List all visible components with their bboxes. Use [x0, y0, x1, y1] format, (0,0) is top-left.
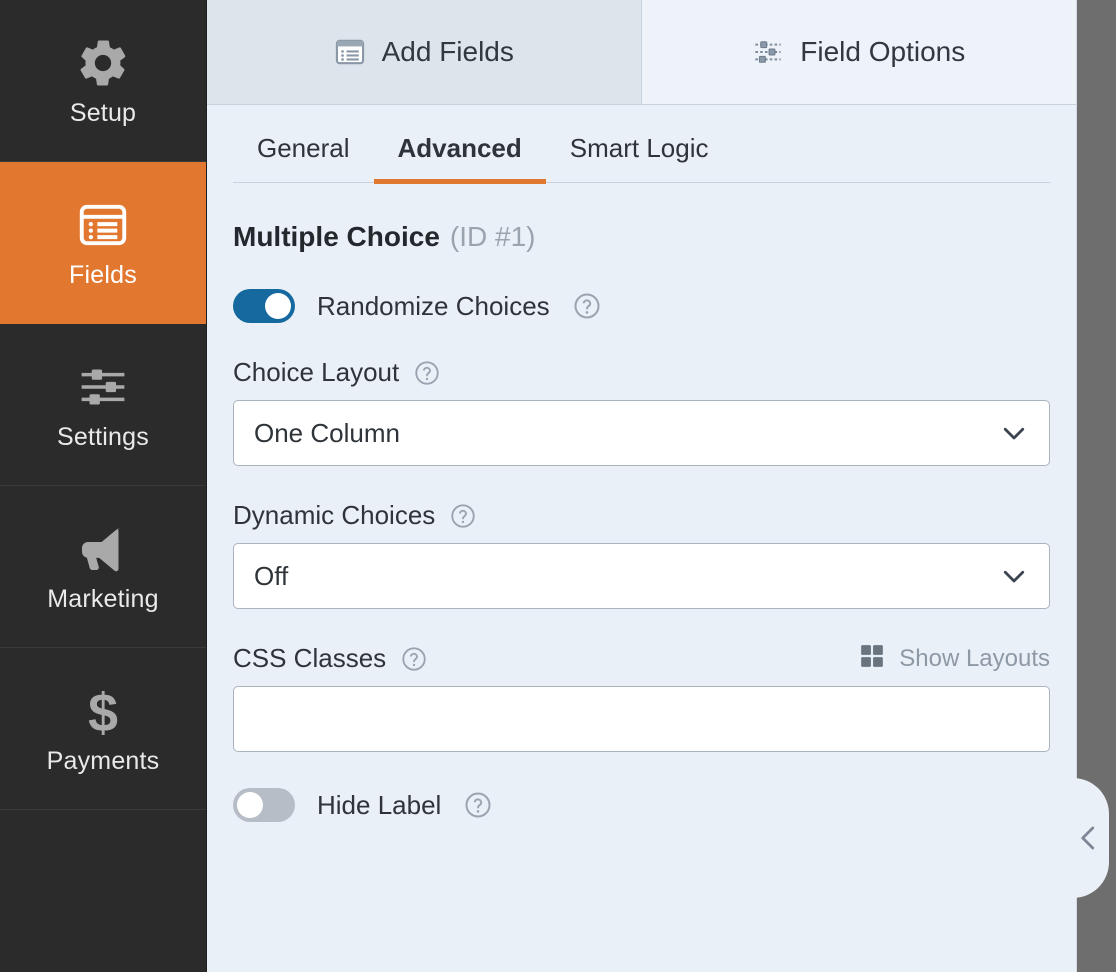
sidebar-item-label: Settings: [57, 425, 149, 450]
dynamic-choices-select[interactable]: Off: [233, 543, 1050, 609]
list-form-icon: [334, 36, 366, 68]
hide-label-label: Hide Label: [317, 790, 441, 821]
list-form-icon: [77, 197, 129, 253]
subtab-label: Smart Logic: [570, 133, 709, 163]
sliders-icon: [76, 359, 130, 415]
choice-layout-label: Choice Layout: [233, 357, 399, 388]
show-layouts-label: Show Layouts: [899, 645, 1050, 673]
randomize-choices-toggle[interactable]: [233, 289, 295, 323]
subtab-advanced[interactable]: Advanced: [374, 105, 546, 183]
sidebar-item-marketing[interactable]: Marketing: [0, 486, 206, 648]
choice-layout-label-row: Choice Layout: [233, 357, 1050, 388]
sidebar: Setup Fields: [0, 0, 207, 972]
sidebar-item-label: Marketing: [47, 587, 159, 612]
question-circle-icon[interactable]: [449, 502, 477, 530]
tab-field-options[interactable]: Field Options: [642, 0, 1077, 105]
page-title: Multiple Choice (ID #1): [233, 221, 1050, 253]
field-options-content: Multiple Choice (ID #1) Randomize Choice…: [207, 221, 1076, 822]
chevron-left-icon: [1078, 823, 1104, 853]
randomize-choices-row: Randomize Choices: [233, 289, 1050, 323]
dynamic-choices-label-row: Dynamic Choices: [233, 500, 1050, 531]
toggle-knob: [265, 293, 291, 319]
show-layouts-button[interactable]: Show Layouts: [859, 643, 1050, 674]
sidebar-item-fields[interactable]: Fields: [0, 162, 206, 324]
collapse-panel-button[interactable]: [1073, 778, 1109, 898]
panel-top-tabs: Add Fields Field Options: [207, 0, 1076, 105]
svg-text:$: $: [88, 683, 118, 739]
right-gutter: [1076, 0, 1116, 972]
choice-layout-select[interactable]: One Column: [233, 400, 1050, 466]
grid-icon: [859, 643, 885, 674]
sidebar-item-label: Setup: [70, 101, 136, 126]
sidebar-item-label: Payments: [47, 749, 160, 774]
field-title-text: Multiple Choice: [233, 221, 440, 253]
sidebar-item-settings[interactable]: Settings: [0, 324, 206, 486]
subtab-label: General: [257, 133, 350, 163]
css-classes-label: CSS Classes: [233, 643, 386, 674]
sliders-icon: [752, 36, 784, 68]
tab-add-fields[interactable]: Add Fields: [207, 0, 642, 105]
subtab-general[interactable]: General: [233, 105, 374, 183]
dollar-icon: $: [75, 683, 131, 739]
sidebar-item-label: Fields: [69, 263, 137, 288]
question-circle-icon[interactable]: [400, 645, 428, 673]
megaphone-icon: [75, 521, 131, 577]
gear-icon: [75, 35, 131, 91]
css-classes-input[interactable]: [233, 686, 1050, 752]
form-builder-window: Setup Fields: [0, 0, 1116, 972]
dynamic-choices-value: Off: [254, 561, 288, 592]
question-circle-icon[interactable]: [413, 359, 441, 387]
chevron-down-icon: [999, 418, 1029, 448]
hide-label-row: Hide Label: [233, 788, 1050, 822]
sidebar-item-payments[interactable]: $ Payments: [0, 648, 206, 810]
dynamic-choices-label: Dynamic Choices: [233, 500, 435, 531]
field-options-subtabs: General Advanced Smart Logic: [233, 105, 1050, 183]
question-circle-icon[interactable]: [572, 291, 602, 321]
toggle-knob: [237, 792, 263, 818]
subtab-smart-logic[interactable]: Smart Logic: [546, 105, 733, 183]
hide-label-toggle[interactable]: [233, 788, 295, 822]
field-id-label: (ID #1): [450, 221, 536, 253]
subtab-label: Advanced: [398, 133, 522, 163]
tab-label: Field Options: [800, 36, 965, 68]
randomize-choices-label: Randomize Choices: [317, 291, 550, 322]
sidebar-item-setup[interactable]: Setup: [0, 0, 206, 162]
chevron-down-icon: [999, 561, 1029, 591]
question-circle-icon[interactable]: [463, 790, 493, 820]
choice-layout-value: One Column: [254, 418, 400, 449]
field-options-panel: Add Fields Field Options: [207, 0, 1076, 972]
css-classes-label-row: CSS Classes: [233, 643, 1050, 674]
tab-label: Add Fields: [382, 36, 514, 68]
sidebar-empty-space: [0, 810, 206, 972]
